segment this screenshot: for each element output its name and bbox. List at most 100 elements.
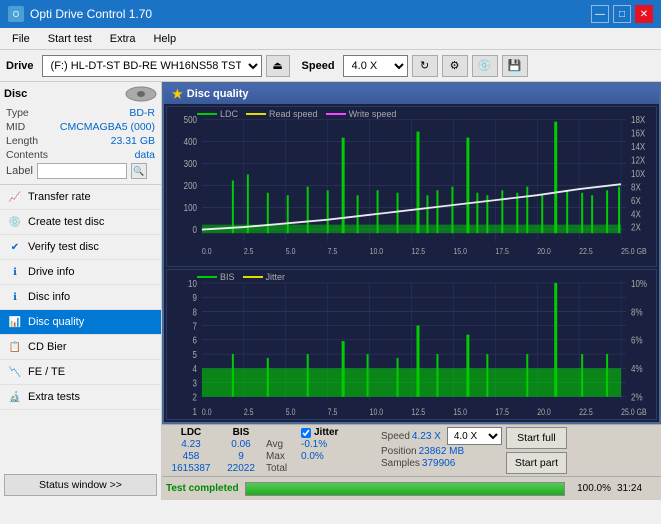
sidebar-item-drive-info[interactable]: ℹ Drive info <box>0 260 161 285</box>
svg-text:7: 7 <box>192 321 196 332</box>
svg-text:10.0: 10.0 <box>370 246 384 256</box>
disc-length-value: 23.31 GB <box>111 135 155 147</box>
bottom-chart: BIS Jitter <box>166 269 657 420</box>
cd-bier-label: CD Bier <box>28 341 67 353</box>
sidebar-item-extra-tests[interactable]: 🔬 Extra tests <box>0 385 161 410</box>
bis-legend-label: BIS <box>220 272 235 282</box>
svg-text:7.5: 7.5 <box>328 407 338 417</box>
status-window-button[interactable]: Status window >> <box>4 474 157 496</box>
svg-text:100: 100 <box>184 202 197 213</box>
samples-row: Samples 379906 <box>381 458 502 469</box>
close-button[interactable]: ✕ <box>635 5 653 23</box>
jitter-checkbox[interactable] <box>301 428 311 438</box>
sidebar-item-transfer-rate[interactable]: 📈 Transfer rate <box>0 185 161 210</box>
ldc-total-val: 1615387 <box>172 463 211 474</box>
drive-label: Drive <box>6 60 34 72</box>
drive-info-icon: ℹ <box>8 267 22 278</box>
svg-text:500: 500 <box>184 114 197 125</box>
disc-info-label: Disc info <box>28 291 70 303</box>
transfer-rate-icon: 📈 <box>8 192 22 203</box>
sidebar-nav: 📈 Transfer rate 💿 Create test disc ✔ Ver… <box>0 185 161 470</box>
sidebar-item-fe-te[interactable]: 📉 FE / TE <box>0 360 161 385</box>
refresh-button[interactable]: ↻ <box>412 55 438 77</box>
menu-start-test[interactable]: Start test <box>40 31 100 47</box>
speed-stat-select[interactable]: 4.0 X <box>447 427 502 445</box>
svg-text:14X: 14X <box>631 141 645 152</box>
svg-text:2X: 2X <box>631 222 641 233</box>
svg-text:0: 0 <box>193 224 197 235</box>
start-part-button[interactable]: Start part <box>506 452 567 474</box>
disc-mid-row: MID CMCMAGBA5 (000) <box>4 120 157 134</box>
chart-bottom-legend: BIS Jitter <box>197 272 285 282</box>
svg-text:1: 1 <box>192 406 196 417</box>
svg-text:25.0 GB: 25.0 GB <box>621 246 647 256</box>
minimize-button[interactable]: — <box>591 5 609 23</box>
disc-type-value: BD-R <box>129 107 155 119</box>
svg-text:8X: 8X <box>631 182 641 193</box>
sidebar-item-create-test-disc[interactable]: 💿 Create test disc <box>0 210 161 235</box>
progress-status: Test completed <box>166 483 239 494</box>
write-speed-legend-label: Write speed <box>349 109 397 119</box>
main-layout: Disc Type BD-R MID CMCMAGBA5 (000) Lengt… <box>0 82 661 500</box>
bis-max-val: 9 <box>238 451 244 462</box>
svg-text:22.5: 22.5 <box>579 246 593 256</box>
write-speed-legend-dot <box>326 113 346 115</box>
menu-help[interactable]: Help <box>145 31 184 47</box>
svg-text:200: 200 <box>184 180 197 191</box>
menu-file[interactable]: File <box>4 31 38 47</box>
progress-bar-container <box>245 482 565 496</box>
speed-label: Speed <box>302 60 335 72</box>
jitter-header: Jitter <box>314 427 338 438</box>
drive-toolbar: Drive (F:) HL-DT-ST BD-RE WH16NS58 TST4 … <box>0 50 661 82</box>
charts-area: LDC Read speed Write speed <box>164 104 659 422</box>
disc-length-row: Length 23.31 GB <box>4 134 157 148</box>
jitter-avg-val: -0.1% <box>301 439 381 450</box>
start-full-button[interactable]: Start full <box>506 427 567 449</box>
disc-quality-icon: 📊 <box>8 317 22 328</box>
eject-button[interactable]: ⏏ <box>266 55 290 77</box>
ldc-legend-dot <box>197 113 217 115</box>
speed-select[interactable]: 4.0 X <box>343 55 408 77</box>
disc-quality-header: ★ Disc quality <box>164 84 659 104</box>
create-test-disc-icon: 💿 <box>8 217 22 228</box>
save-button[interactable]: 💾 <box>502 55 528 77</box>
svg-text:12.5: 12.5 <box>412 407 426 417</box>
fe-te-icon: 📉 <box>8 367 22 378</box>
maximize-button[interactable]: □ <box>613 5 631 23</box>
speed-stat-val: 4.23 X <box>412 431 441 442</box>
settings-button[interactable]: ⚙ <box>442 55 468 77</box>
sidebar-item-verify-test-disc[interactable]: ✔ Verify test disc <box>0 235 161 260</box>
disc-button[interactable]: 💿 <box>472 55 498 77</box>
svg-text:17.5: 17.5 <box>495 407 509 417</box>
row-labels: X Avg Max Total <box>266 427 301 474</box>
disc-label-button[interactable]: 🔍 <box>131 163 147 179</box>
jitter-legend: Jitter <box>243 272 286 282</box>
extra-tests-icon: 🔬 <box>8 392 22 403</box>
jitter-header-row: Jitter <box>301 427 381 438</box>
disc-section-title: Disc <box>4 88 27 100</box>
transfer-rate-label: Transfer rate <box>28 191 91 203</box>
sidebar-item-disc-info[interactable]: ℹ Disc info <box>0 285 161 310</box>
position-val: 23862 MB <box>419 446 465 457</box>
start-buttons: Start full Start part <box>506 427 567 474</box>
disc-type-row: Type BD-R <box>4 106 157 120</box>
svg-text:12X: 12X <box>631 155 645 166</box>
svg-text:2: 2 <box>192 392 196 403</box>
svg-text:4%: 4% <box>631 363 643 374</box>
disc-section: Disc Type BD-R MID CMCMAGBA5 (000) Lengt… <box>0 82 161 185</box>
position-label: Position <box>381 446 417 457</box>
disc-header: Disc <box>4 86 157 102</box>
svg-text:16X: 16X <box>631 128 645 139</box>
menu-extra[interactable]: Extra <box>102 31 144 47</box>
drive-select[interactable]: (F:) HL-DT-ST BD-RE WH16NS58 TST4 <box>42 55 262 77</box>
read-speed-legend-dot <box>246 113 266 115</box>
svg-text:12.5: 12.5 <box>412 246 426 256</box>
svg-text:3: 3 <box>192 378 196 389</box>
svg-text:22.5: 22.5 <box>579 407 593 417</box>
svg-text:5: 5 <box>192 349 196 360</box>
sidebar-item-disc-quality[interactable]: 📊 Disc quality <box>0 310 161 335</box>
svg-text:4X: 4X <box>631 208 641 219</box>
sidebar-item-cd-bier[interactable]: 📋 CD Bier <box>0 335 161 360</box>
avg-label: Avg <box>266 439 301 450</box>
disc-label-input[interactable] <box>37 163 127 179</box>
